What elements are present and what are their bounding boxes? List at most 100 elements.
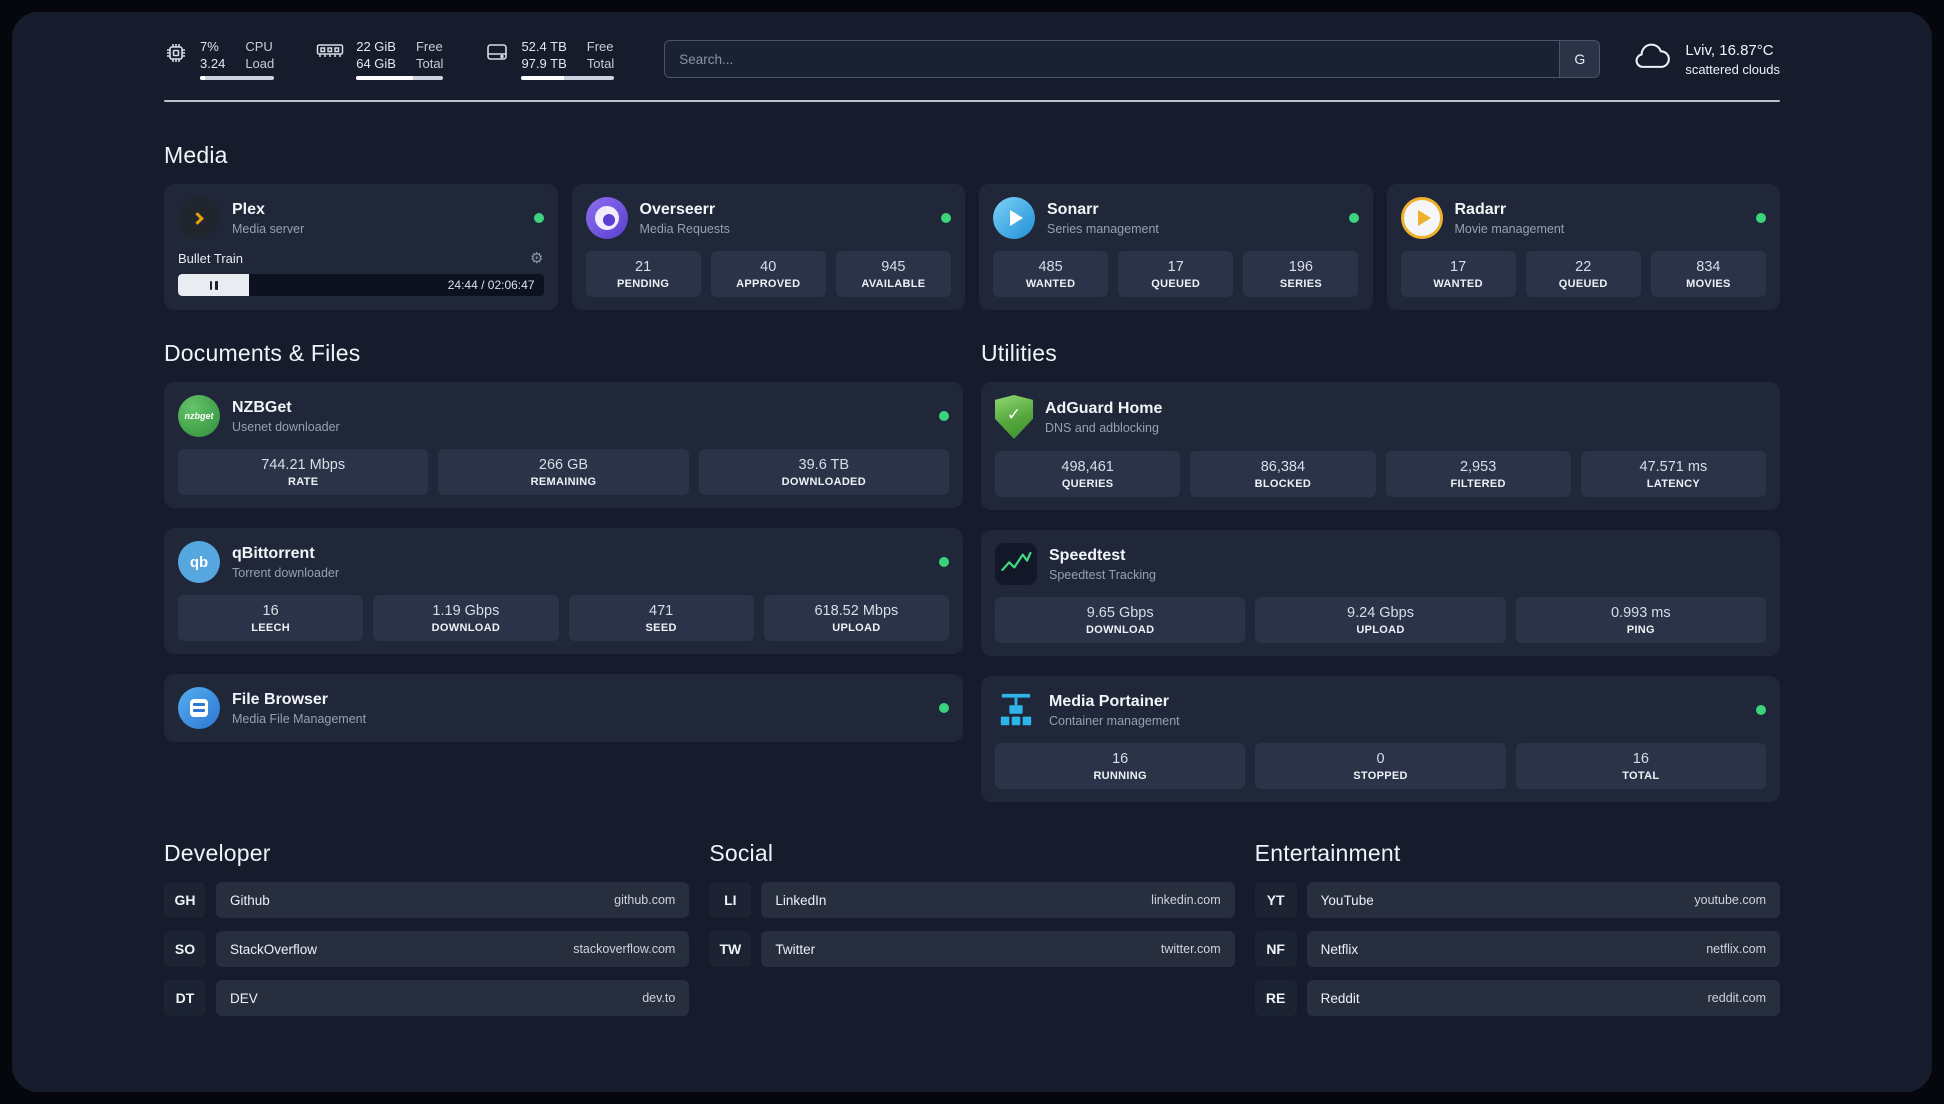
- dev-icon[interactable]: DT: [164, 980, 206, 1016]
- cpu-label: CPU: [245, 39, 273, 54]
- stat-tile: 39.6 TB DOWNLOADED: [698, 449, 949, 495]
- netflix-link[interactable]: Netflix netflix.com: [1306, 931, 1780, 967]
- filebrowser-card[interactable]: File Browser Media File Management: [164, 674, 963, 742]
- topbar-divider: [164, 100, 1780, 102]
- speedtest-title: Speedtest: [1049, 546, 1126, 564]
- github-link[interactable]: Github github.com: [216, 882, 690, 918]
- overseerr-subtitle: Media Requests: [639, 221, 730, 236]
- search-input[interactable]: [664, 40, 1601, 78]
- overseerr-card[interactable]: Overseerr Media Requests 21 PENDING 40 A…: [571, 184, 965, 310]
- memory-total: 64 GiB: [356, 56, 396, 71]
- stat-tile: 22 QUEUED: [1525, 251, 1641, 297]
- sonarr-icon: [993, 197, 1035, 239]
- stat-tile: 17 WANTED: [1400, 251, 1516, 297]
- stat-tile: 945 AVAILABLE: [835, 251, 951, 297]
- stat-tile: 0.993 ms PING: [1515, 597, 1766, 643]
- link-row-linkedin: LI LinkedIn linkedin.com: [709, 882, 1235, 918]
- speedtest-card[interactable]: Speedtest Speedtest Tracking 9.65 Gbps D…: [981, 530, 1780, 656]
- media-section-heading: Media: [164, 142, 228, 168]
- portainer-subtitle: Container management: [1049, 713, 1180, 728]
- youtube-link[interactable]: YouTube youtube.com: [1306, 882, 1780, 918]
- search-engine-button[interactable]: G: [1559, 41, 1600, 77]
- cpu-usage-bar: [200, 76, 275, 80]
- dashboard: 7% 3.24 CPU Load 22 GiB 64 GiB Free Tota…: [12, 12, 1932, 1092]
- entertainment-section-heading: Entertainment: [1254, 840, 1401, 866]
- disk-free: 52.4 TB: [521, 39, 567, 54]
- radarr-subtitle: Movie management: [1454, 221, 1565, 236]
- qbittorrent-card[interactable]: qb qBittorrent Torrent downloader 16 LEE…: [164, 528, 963, 654]
- nzbget-card[interactable]: nzbget NZBGet Usenet downloader 744.21 M…: [164, 382, 963, 508]
- disk-free-label: Free: [586, 39, 614, 54]
- plex-icon: [178, 197, 220, 239]
- disk-total: 97.9 TB: [521, 56, 567, 71]
- stat-tile: 498,461 QUERIES: [995, 451, 1181, 497]
- plex-subtitle: Media server: [232, 221, 305, 236]
- utilities-section-heading: Utilities: [981, 340, 1057, 366]
- stat-tile: 9.24 Gbps UPLOAD: [1255, 597, 1506, 643]
- portainer-card[interactable]: Media Portainer Container management 16 …: [981, 676, 1780, 802]
- status-dot: [1756, 705, 1766, 715]
- stat-tile: 40 APPROVED: [710, 251, 826, 297]
- developer-links-column: Developer GH Github github.com SO StackO…: [164, 840, 690, 1016]
- memory-free-label: Free: [415, 39, 443, 54]
- cpu-icon: [164, 38, 188, 70]
- reddit-icon[interactable]: RE: [1254, 980, 1297, 1016]
- linkedin-link[interactable]: LinkedIn linkedin.com: [761, 882, 1235, 918]
- memory-usage-bar: [356, 76, 444, 80]
- qbittorrent-title: qBittorrent: [232, 544, 315, 562]
- linkedin-icon[interactable]: LI: [709, 882, 752, 918]
- link-row-reddit: RE Reddit reddit.com: [1254, 980, 1780, 1016]
- stat-tile: 2,953 FILTERED: [1385, 451, 1571, 497]
- cpu-load-label: Load: [245, 56, 275, 71]
- reddit-link[interactable]: Reddit reddit.com: [1306, 980, 1780, 1016]
- social-section-heading: Social: [709, 840, 774, 866]
- link-row-netflix: NF Netflix netflix.com: [1254, 931, 1780, 967]
- status-dot: [941, 213, 951, 223]
- stackoverflow-icon[interactable]: SO: [164, 931, 206, 967]
- pause-icon[interactable]: [209, 280, 213, 290]
- stat-tile: 17 QUEUED: [1118, 251, 1234, 297]
- speedtest-icon: [995, 543, 1037, 585]
- cloud-icon: [1632, 42, 1672, 76]
- adguard-shield-icon: ✓: [995, 395, 1033, 439]
- filebrowser-icon: [178, 687, 220, 729]
- qbittorrent-icon: qb: [178, 541, 220, 583]
- plex-card[interactable]: Plex Media server Bullet Train ⚙ 24:44 /…: [164, 184, 558, 310]
- gear-icon[interactable]: ⚙: [530, 249, 543, 267]
- disk-total-label: Total: [586, 56, 615, 71]
- status-dot: [533, 213, 544, 223]
- stat-tile: 266 GB REMAINING: [438, 449, 689, 495]
- twitter-link[interactable]: Twitter twitter.com: [761, 931, 1235, 967]
- stat-tile: 47.571 ms LATENCY: [1580, 451, 1766, 497]
- plex-now-playing: Bullet Train: [178, 250, 244, 266]
- github-icon[interactable]: GH: [164, 882, 206, 918]
- twitter-icon[interactable]: TW: [709, 931, 752, 967]
- radarr-card[interactable]: Radarr Movie management 17 WANTED 22 QUE…: [1386, 184, 1780, 310]
- social-links-column: Social LI LinkedIn linkedin.com TW Twitt…: [709, 840, 1235, 1016]
- adguard-card[interactable]: ✓ AdGuard Home DNS and adblocking 498,46…: [981, 382, 1780, 510]
- utilities-column: Utilities ✓ AdGuard Home DNS and adblock…: [981, 340, 1780, 802]
- radarr-title: Radarr: [1454, 200, 1507, 218]
- adguard-title: AdGuard Home: [1045, 399, 1163, 417]
- netflix-icon[interactable]: NF: [1254, 931, 1297, 967]
- weather-condition: scattered clouds: [1685, 61, 1780, 77]
- stat-tile: 0 STOPPED: [1255, 743, 1506, 789]
- weather-widget: Lviv, 16.87°C scattered clouds: [1632, 42, 1780, 77]
- dev-link[interactable]: DEV dev.to: [216, 980, 690, 1016]
- link-row-dev: DT DEV dev.to: [164, 980, 690, 1016]
- stackoverflow-link[interactable]: StackOverflow stackoverflow.com: [216, 931, 690, 967]
- adguard-subtitle: DNS and adblocking: [1045, 420, 1159, 435]
- youtube-icon[interactable]: YT: [1254, 882, 1297, 918]
- memory-free: 22 GiB: [356, 39, 396, 54]
- stat-tile: 618.52 Mbps UPLOAD: [763, 595, 949, 641]
- nzbget-title: NZBGet: [232, 398, 292, 416]
- sonarr-title: Sonarr: [1047, 200, 1099, 218]
- disk-usage-bar: [521, 76, 615, 80]
- memory-total-label: Total: [415, 56, 444, 71]
- stat-tile: 21 PENDING: [585, 251, 701, 297]
- plex-progress-bar[interactable]: 24:44 / 02:06:47: [178, 274, 544, 296]
- stat-tile: 16 RUNNING: [995, 743, 1246, 789]
- media-grid: Plex Media server Bullet Train ⚙ 24:44 /…: [164, 184, 1780, 310]
- sonarr-card[interactable]: Sonarr Series management 485 WANTED 17 Q…: [979, 184, 1373, 310]
- filebrowser-title: File Browser: [232, 690, 329, 708]
